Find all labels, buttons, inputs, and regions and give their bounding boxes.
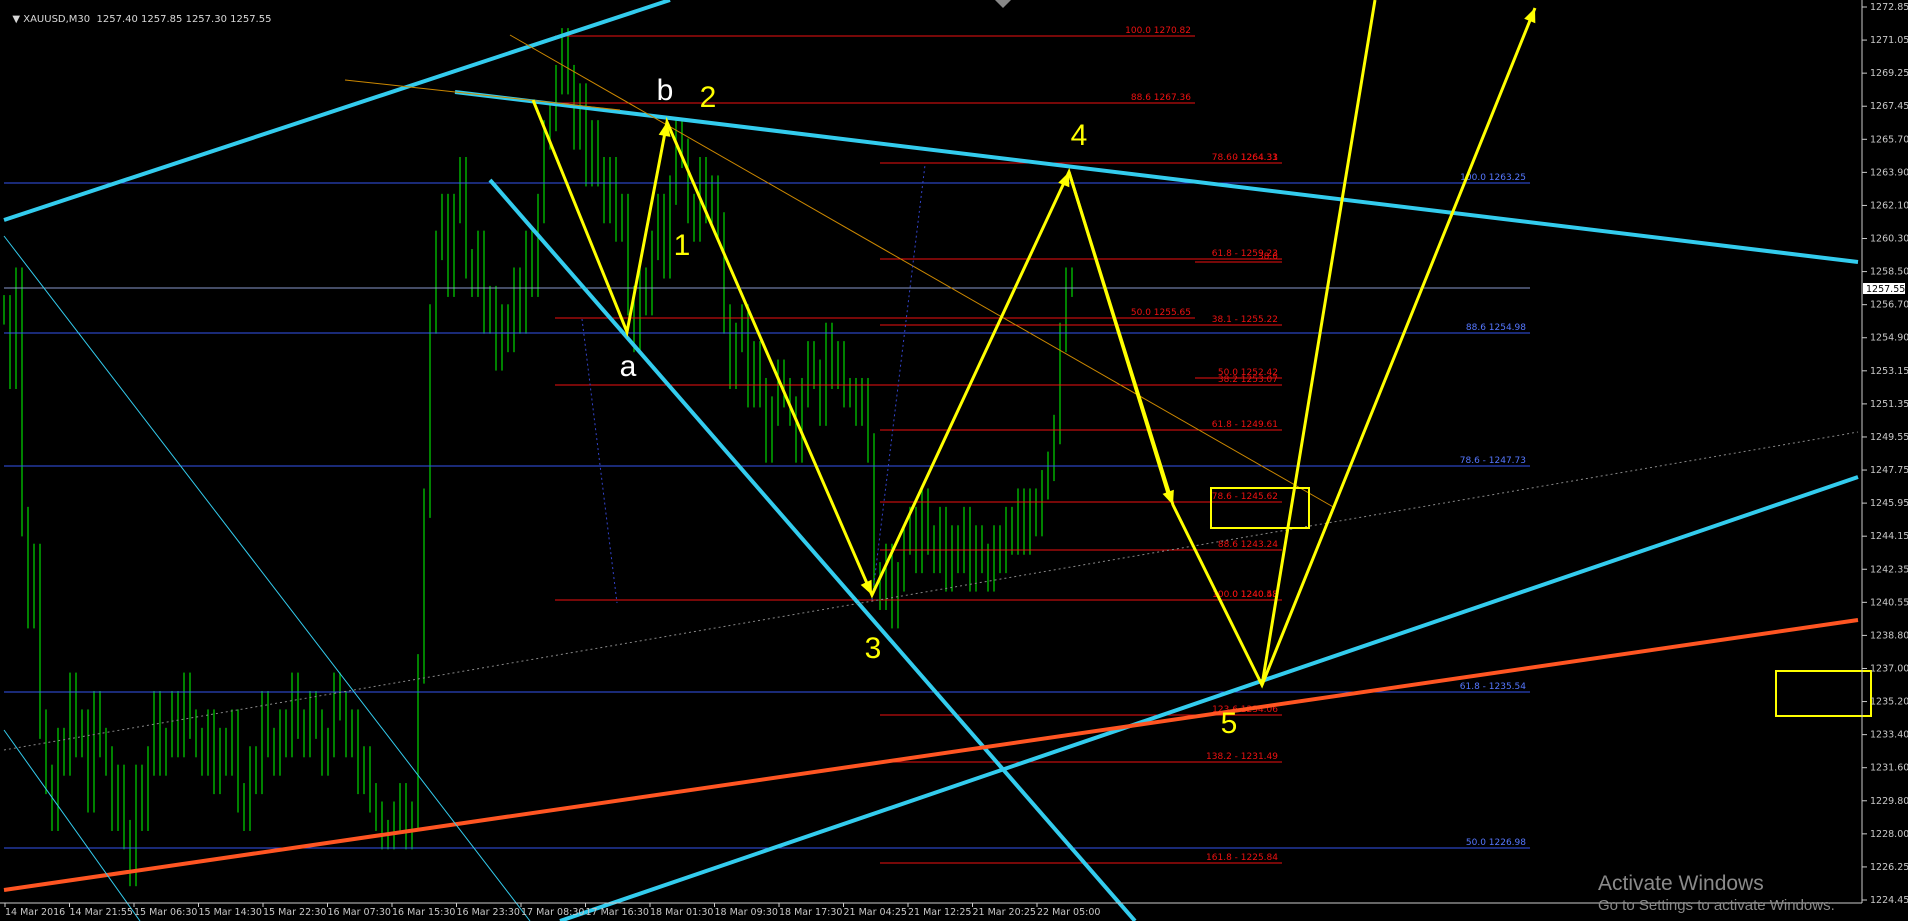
y-tick-label: 1256.70 (1870, 300, 1908, 311)
fib-level-label: 50.0 1226.98 (1466, 838, 1526, 848)
y-tick-label: 1235.20 (1870, 697, 1908, 708)
fib-level-label: 78.6 - 1245.62 (1212, 492, 1278, 502)
collapse-icon[interactable]: ▼ (12, 14, 23, 25)
y-tick-label: 1244.15 (1870, 531, 1908, 542)
upper-channel-line (3, 0, 671, 222)
long-term-support-line (3, 618, 1859, 892)
x-tick-label: 16 Mar 15:30 (392, 907, 455, 918)
price-chart[interactable]: 100.0 1270.8288.6 1267.3678.6 - 1264.330… (0, 0, 1908, 921)
y-tick-label: 1271.05 (1870, 35, 1908, 46)
fib-level-label: 100.0 1240.53 (1212, 590, 1278, 600)
fib-level-label: 38.6 (1258, 252, 1278, 262)
fib-level-label: 100.0 1263.25 (1460, 173, 1526, 183)
fib-level-label: 61.8 - 1249.61 (1212, 420, 1278, 430)
y-tick-label: 1237.00 (1870, 663, 1908, 674)
x-tick-label: 21 Mar 20:25 (973, 907, 1036, 918)
wave-label: 1 (674, 229, 691, 262)
wave-path-layer (531, 7, 1872, 717)
x-tick-label: 15 Mar 06:30 (134, 907, 197, 918)
y-tick-label: 1242.35 (1870, 564, 1908, 575)
x-tick-label: 21 Mar 04:25 (844, 907, 907, 918)
x-tick-label: 14 Mar 21:55 (70, 907, 133, 918)
y-tick-label: 1269.25 (1870, 68, 1908, 79)
ohlc-label: 1257.40 1257.85 1257.30 1257.55 (96, 14, 272, 25)
time-marker-arrow (995, 0, 1011, 8)
fib-level-label: 50.0 1252.42 (1218, 368, 1278, 378)
y-tick-label: 1263.90 (1870, 167, 1908, 178)
x-tick-label: 14 Mar 2016 (5, 907, 65, 918)
fib-level-label: 88.6 1254.98 (1466, 323, 1526, 333)
target-box-axis (1775, 670, 1872, 717)
fib-level-label: 100.0 1270.82 (1125, 26, 1191, 36)
x-tick-label: 18 Mar 09:30 (715, 907, 778, 918)
y-tick-label: 1254.90 (1870, 333, 1908, 344)
y-tick-label: 1233.40 (1870, 730, 1908, 741)
fib-level-label: 88.6 1267.36 (1131, 93, 1191, 103)
thin-channel-line (3, 235, 531, 921)
y-tick-label: 1247.75 (1870, 465, 1908, 476)
x-tick-label: 15 Mar 22:30 (263, 907, 326, 918)
y-tick-label: 1240.55 (1870, 597, 1908, 608)
symbol-label: XAUUSD,M30 (23, 14, 91, 25)
fib-level-label: 88.6 1243.24 (1218, 540, 1278, 550)
wave-label: 3 (865, 632, 882, 665)
fib-level-label: 0 1264.31 (1232, 153, 1278, 163)
fib-level-label: 138.2 - 1231.49 (1206, 752, 1278, 762)
x-tick-label: 17 Mar 16:30 (586, 907, 649, 918)
y-tick-label: 1245.95 (1870, 498, 1908, 509)
x-tick-label: 21 Mar 12:25 (908, 907, 971, 918)
elliott-wave-path (531, 7, 1537, 689)
y-tick-label: 1260.30 (1870, 234, 1908, 245)
fib-level-label: 38.1 - 1255.22 (1212, 315, 1278, 325)
axes-layer: 1272.85 1271.05 1269.25 1267.45 1265.70 1263.… (0, 0, 1908, 918)
x-tick-label: 18 Mar 17:30 (779, 907, 842, 918)
activate-windows-title: Activate Windows (1598, 872, 1764, 895)
thin-orange-trendline (509, 34, 1336, 509)
dotted-projection-line (3, 431, 1859, 751)
fib-level-label: 161.8 - 1225.84 (1206, 853, 1278, 863)
wave-label: 4 (1071, 119, 1088, 152)
y-tick-label: 1265.70 (1870, 134, 1908, 145)
fib-level-label: 61.8 - 1235.54 (1460, 682, 1526, 692)
y-tick-label: 1249.55 (1870, 432, 1908, 443)
arrow-head (1162, 489, 1174, 505)
chart-header: ▼ XAUUSD,M30 1257.40 1257.85 1257.30 125… (6, 3, 271, 25)
thin-channel-line-2 (3, 729, 141, 921)
wave-5-alt-leg (1260, 0, 1377, 686)
arrow-head (1524, 8, 1536, 24)
y-tick-label: 1226.25 (1870, 862, 1908, 873)
wave-label: a (620, 350, 637, 383)
y-tick-label: 1253.15 (1870, 366, 1908, 377)
y-tick-label: 1251.35 (1870, 399, 1908, 410)
y-tick-label: 1224.45 (1870, 895, 1908, 906)
y-tick-label: 1228.00 (1870, 829, 1908, 840)
y-tick-label: 1262.10 (1870, 200, 1908, 211)
activate-windows-subtitle: Go to Settings to activate Windows. (1598, 897, 1835, 914)
x-tick-label: 16 Mar 07:30 (328, 907, 391, 918)
fib-level-label: 78.6 - 1247.73 (1460, 456, 1526, 466)
x-tick-label: 22 Mar 05:00 (1037, 907, 1100, 918)
y-tick-label: 1229.80 (1870, 796, 1908, 807)
y-tick-label: 1258.50 (1870, 267, 1908, 278)
wave-label: b (657, 74, 674, 107)
x-tick-label: 17 Mar 08:30 (521, 907, 584, 918)
y-tick-label: 1238.80 (1870, 630, 1908, 641)
trendlines-layer (3, 0, 1859, 921)
blue-dotted-line (581, 318, 618, 604)
fib-level-label: 50.0 1255.65 (1131, 308, 1191, 318)
wave-label: 5 (1221, 707, 1238, 740)
wave-label: 2 (700, 81, 717, 114)
price-tag-label: 1257.55 (1866, 284, 1905, 295)
x-tick-label: 18 Mar 01:30 (650, 907, 713, 918)
x-tick-label: 15 Mar 14:30 (199, 907, 262, 918)
resistance-trendline (454, 90, 1859, 264)
x-tick-label: 16 Mar 23:30 (457, 907, 520, 918)
y-tick-label: 1231.60 (1870, 763, 1908, 774)
y-tick-label: 1267.45 (1870, 101, 1908, 112)
y-tick-label: 1272.85 (1870, 2, 1908, 13)
